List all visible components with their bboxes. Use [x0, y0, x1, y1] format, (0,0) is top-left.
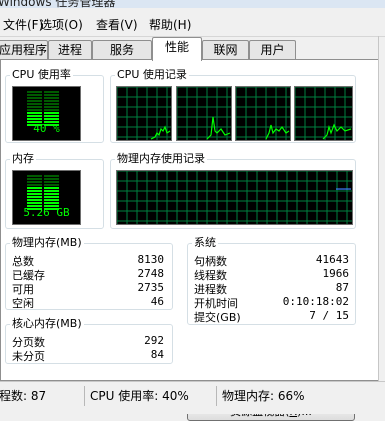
system-uptime-value: 0:10:18:02	[282, 295, 349, 308]
tab-processes[interactable]: 进程	[48, 40, 92, 59]
cpu-history-title: CPU 使用记录	[115, 68, 189, 82]
physical-memory-free-value: 46	[150, 295, 164, 308]
gauge-segment	[27, 175, 59, 177]
gauge-segment	[27, 115, 59, 117]
tab-performance[interactable]: 性能	[152, 37, 202, 61]
tab-networking[interactable]: 联网	[202, 40, 249, 59]
kernel-memory-nonpaged-value: 84	[150, 348, 164, 361]
kernel-memory-paged-value: 292	[144, 334, 164, 347]
menu-help[interactable]: 帮助(H)	[149, 16, 191, 33]
menu-bar: 文件(F) 选项(O) 查看(V) 帮助(H)	[0, 8, 385, 37]
system-group: 系统 句柄数 41643 线程数 1966 进程数 87 开机时间 0:10:1…	[187, 236, 356, 325]
cpu-usage-title: CPU 使用率	[10, 68, 73, 82]
gauge-segment	[27, 187, 59, 189]
gauge-segment	[27, 190, 59, 192]
status-bar: 程数: 87 CPU 使用率: 40% 物理内存: 66%	[0, 381, 385, 414]
gauge-segment	[27, 193, 59, 195]
system-threads-value: 1966	[322, 267, 350, 280]
gauge-segment	[27, 112, 59, 114]
gauge-segment	[27, 178, 59, 180]
title-bar: Windows 任务管理器	[0, 0, 385, 8]
memory-usage-value: 5.26 GB	[23, 206, 70, 219]
tab-strip: 应用程序 进程 服务 性能 联网 用户	[0, 36, 385, 61]
cpu-history-group: CPU 使用记录	[110, 68, 356, 143]
gauge-segment	[27, 106, 59, 108]
cpu-usage-value: 40 %	[33, 122, 60, 135]
system-commit-label: 提交(GB)	[194, 311, 241, 324]
gauge-segment	[27, 118, 59, 120]
physical-memory-free-label: 空闲	[12, 297, 34, 310]
menu-view[interactable]: 查看(V)	[96, 16, 138, 33]
gauge-segment	[27, 103, 59, 105]
gauge-segment	[27, 184, 59, 186]
physical-memory-total-value: 8130	[137, 253, 165, 266]
memory-history-group: 物理内存使用记录	[110, 152, 356, 229]
kernel-memory-nonpaged-label: 未分页	[12, 350, 45, 363]
system-handles-value: 41643	[315, 253, 349, 266]
window-title: Windows 任务管理器	[0, 0, 116, 8]
tab-services[interactable]: 服务	[92, 40, 152, 59]
system-title: 系统	[192, 236, 218, 250]
gauge-segment	[27, 199, 59, 201]
physical-memory-cached-value: 2748	[137, 267, 165, 280]
cpu-usage-group: CPU 使用率 40 %	[5, 68, 104, 143]
status-separator	[84, 386, 85, 406]
cpu-usage-gauge: 40 %	[12, 86, 81, 141]
cpu-core-2-graph	[176, 86, 232, 141]
gauge-segment	[27, 109, 59, 111]
cpu-core-1-graph	[116, 86, 172, 141]
status-cpu: CPU 使用率: 40%	[90, 389, 189, 403]
menu-file[interactable]: 文件(F)	[3, 16, 43, 33]
memory-usage-group: 内存 5.26 GB	[5, 152, 104, 229]
gauge-segment	[27, 94, 59, 96]
kernel-memory-group: 核心内存(MB) 分页数 292 未分页 84	[5, 317, 173, 364]
gauge-segment	[27, 196, 59, 198]
status-processes: 程数: 87	[0, 389, 47, 403]
kernel-memory-title: 核心内存(MB)	[10, 317, 84, 331]
gauge-segment	[27, 202, 59, 204]
memory-history-title: 物理内存使用记录	[115, 152, 207, 166]
cpu-core-3-graph	[235, 86, 291, 141]
tab-applications[interactable]: 应用程序	[0, 40, 48, 59]
memory-usage-title: 内存	[10, 152, 36, 166]
physical-memory-title: 物理内存(MB)	[10, 236, 84, 250]
status-memory: 物理内存: 66%	[222, 389, 305, 403]
system-processes-value: 87	[335, 281, 349, 294]
cpu-core-4-graph	[294, 86, 353, 141]
menu-options[interactable]: 选项(O)	[40, 16, 83, 33]
system-commit-value: 7 / 15	[309, 309, 349, 322]
gauge-segment	[27, 100, 59, 102]
tab-users[interactable]: 用户	[249, 40, 296, 59]
gauge-segment	[27, 91, 59, 93]
window-edge	[378, 36, 379, 381]
performance-panel: CPU 使用率 40 % CPU 使用记录 内存 5.26 GB 物理内存使用记…	[0, 59, 379, 421]
physical-memory-available-value: 2735	[137, 281, 165, 294]
gauge-segment	[27, 97, 59, 99]
memory-history-graph	[116, 170, 353, 225]
gauge-segment	[27, 181, 59, 183]
physical-memory-group: 物理内存(MB) 总数 8130 已缓存 2748 可用 2735 空闲 46	[5, 236, 173, 310]
memory-usage-gauge: 5.26 GB	[12, 170, 81, 225]
status-separator	[216, 386, 217, 406]
